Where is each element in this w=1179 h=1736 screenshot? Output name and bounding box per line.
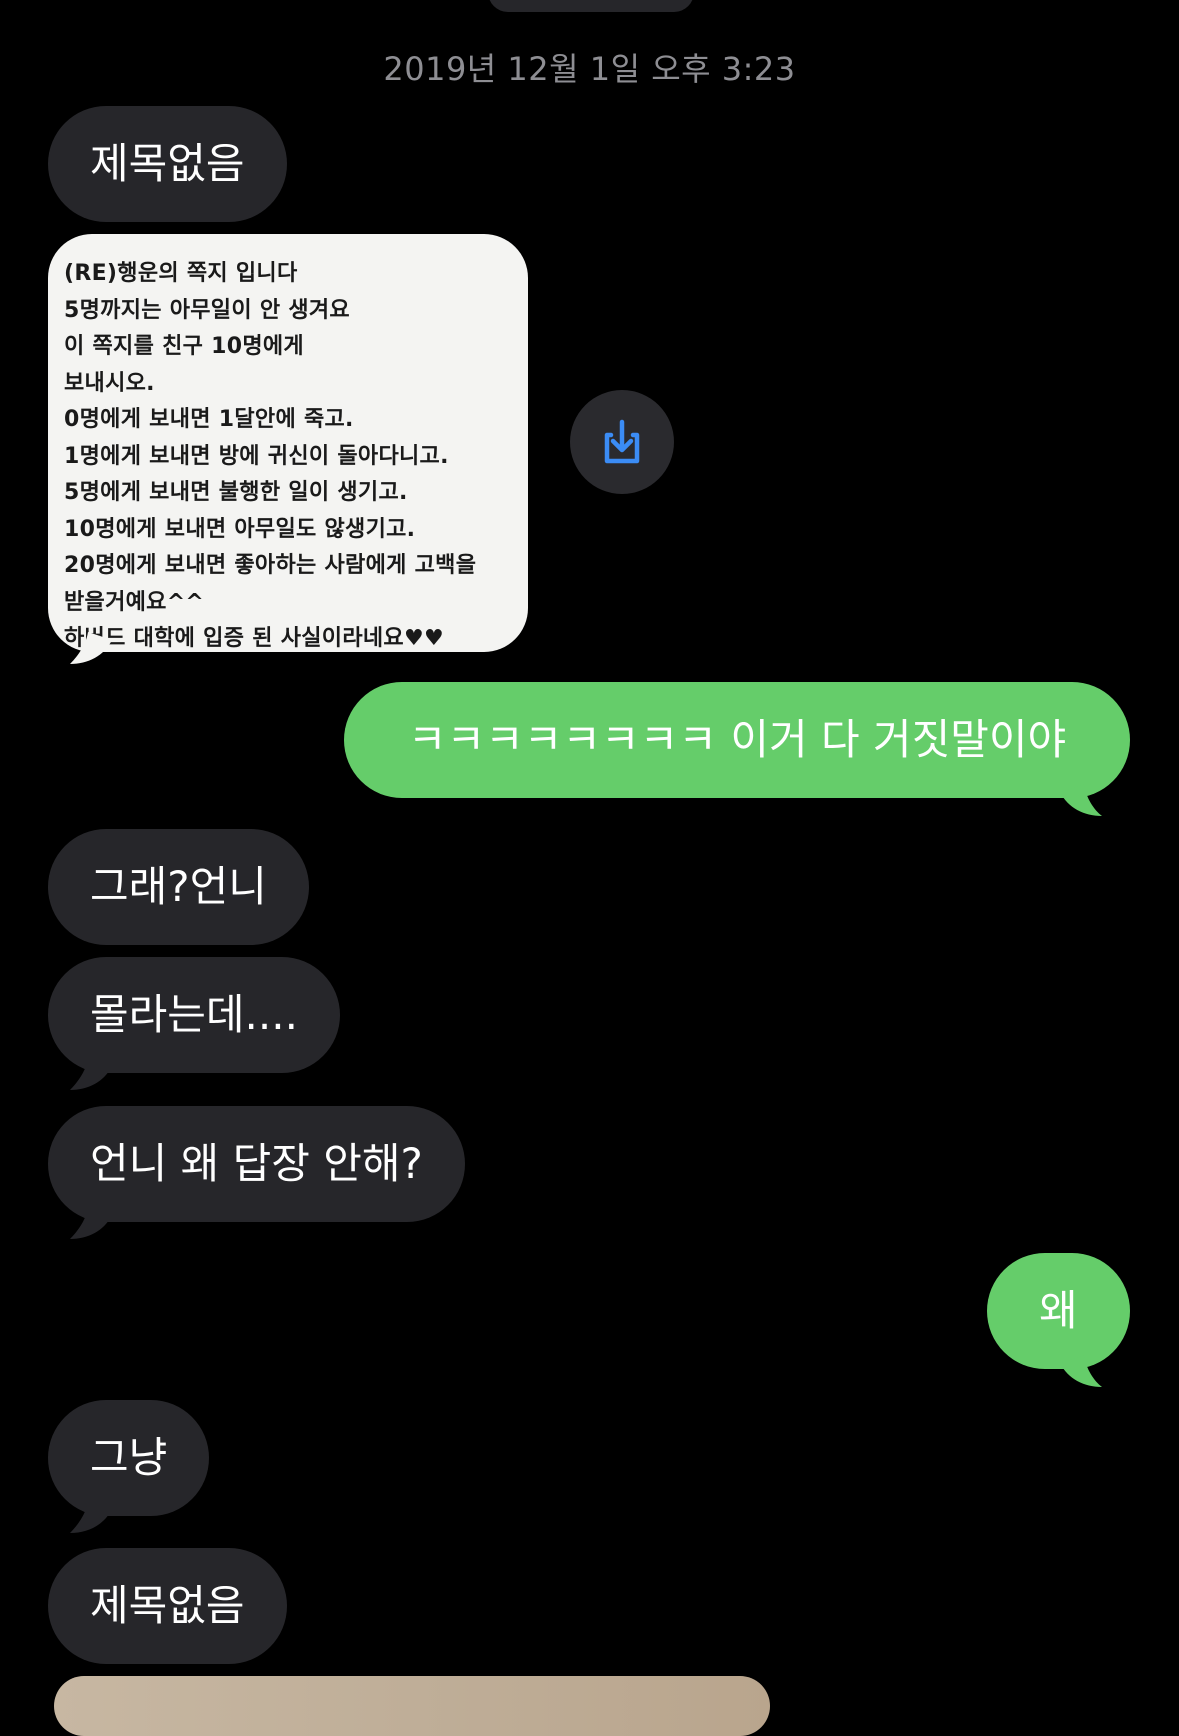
incoming-message[interactable]: 몰라는데.... [48,957,340,1073]
image-text-line: 받을거예요^^ [64,589,205,615]
incoming-message[interactable]: 언니 왜 답장 안해? [48,1106,465,1222]
top-pill [488,0,694,12]
bubble-tail [70,632,112,664]
image-text-line: 보내시오. [64,370,155,396]
save-image-button[interactable] [570,390,674,494]
download-icon [604,419,640,464]
message-text: 몰라는데.... [90,990,298,1039]
incoming-message[interactable]: 제목없음 [48,106,287,222]
conversation-timestamp: 2019년 12월 1일 오후 3:23 [383,50,796,88]
message-text: 그냥 [90,1433,168,1482]
message-text: 왜 [1039,1286,1078,1335]
image-text-line: 하버드 대학에 입증 된 사실이라네요♥♥ [64,626,444,651]
image-text-line: (RE)행운의 쪽지 입니다 [64,261,298,286]
image-text-line: 0명에게 보내면 1달안에 죽고. [64,407,354,432]
outgoing-message[interactable]: ㅋㅋㅋㅋㅋㅋㅋㅋ 이거 다 거짓말이야 [344,682,1130,798]
message-text: 제목없음 [90,1581,245,1630]
message-text: 언니 왜 답장 안해? [90,1139,423,1188]
incoming-message[interactable]: 그냥 [48,1400,210,1516]
bubble-tail [70,1058,112,1090]
bubble-tail [70,1501,112,1533]
image-text-line: 1명에게 보내면 방에 귀신이 돌아다니고. [64,443,449,469]
bubble-tail [70,1207,112,1239]
message-text: ㅋㅋㅋㅋㅋㅋㅋㅋ 이거 다 거짓말이야 [407,715,1067,764]
image-text-line: 이 쪽지를 친구 10명에게 [64,334,304,359]
bubble-tail [1060,784,1102,816]
message-text: 그래?언니 [90,862,267,911]
incoming-photo-message[interactable] [54,1676,770,1736]
outgoing-message[interactable]: 왜 [987,1253,1130,1369]
image-text-line: 20명에게 보내면 좋아하는 사람에게 고백을 [64,553,477,578]
incoming-message[interactable]: 제목없음 [48,1548,287,1664]
bubble-tail [1060,1355,1102,1387]
image-text-line: 5명까지는 아무일이 안 생겨요 [64,297,350,323]
message-text: 제목없음 [90,139,245,188]
incoming-image-message[interactable]: (RE)행운의 쪽지 입니다 5명까지는 아무일이 안 생겨요 이 쪽지를 친구… [48,234,528,652]
image-text-line: 5명에게 보내면 불행한 일이 생기고. [64,480,408,505]
incoming-message[interactable]: 그래?언니 [48,829,309,945]
image-text-line: 10명에게 보내면 아무일도 않생기고. [64,516,416,542]
